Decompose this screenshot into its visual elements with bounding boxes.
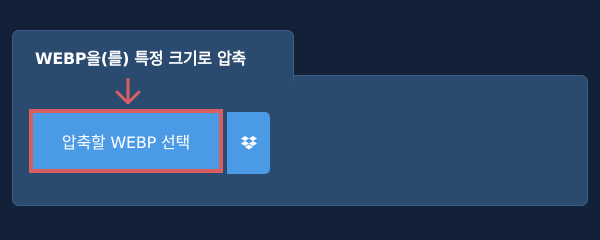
- tab-title: WEBP을(를) 특정 크기로 압축: [35, 49, 246, 68]
- select-webp-button[interactable]: 압축할 WEBP 선택: [33, 113, 219, 169]
- dropbox-button[interactable]: [227, 112, 270, 174]
- select-webp-label: 압축할 WEBP 선택: [61, 133, 191, 152]
- pointer-arrow-icon: [115, 78, 141, 105]
- dropbox-icon: [240, 136, 257, 150]
- tab-panel-join: [13, 70, 291, 82]
